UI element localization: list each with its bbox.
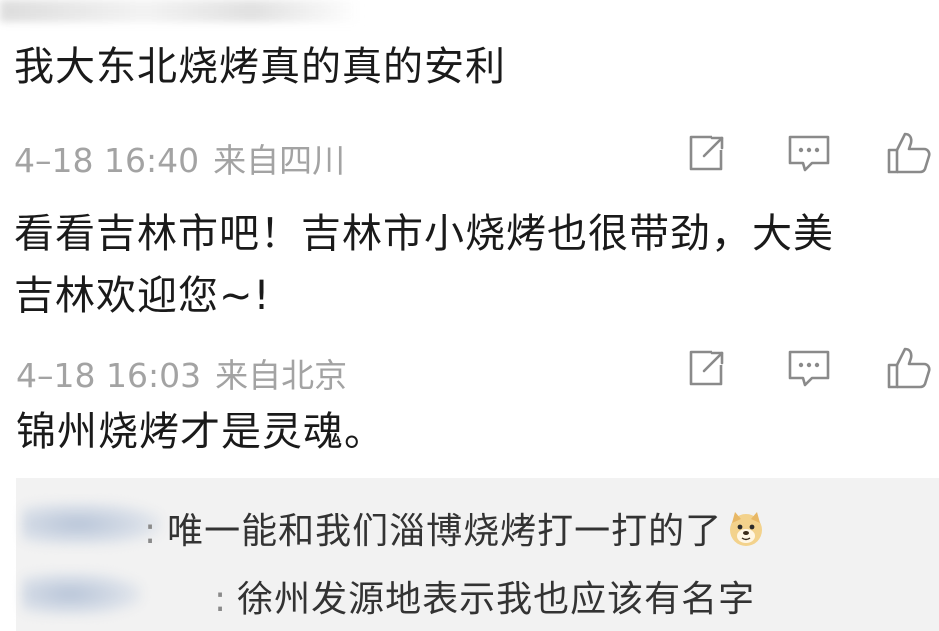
comment-timestamp: 4–18 16:40	[14, 141, 200, 180]
weibo-comment-thread: 我大东北烧烤真的真的安利 4–18 16:40 来自四川 看看吉林市吧！吉林市小…	[0, 0, 939, 631]
reply-list[interactable]: : 唯一能和我们淄博烧烤打一打的了 : 徐州发源地表示我也应该有名字	[16, 478, 939, 631]
comment-text-line: 吉林欢迎您~!	[14, 273, 271, 319]
comment-meta: 4–18 16:03 来自北京	[16, 349, 347, 397]
comment-location: 来自北京	[215, 356, 348, 395]
comment-timestamp: 4–18 16:03	[16, 356, 202, 395]
share-button[interactable]	[682, 128, 732, 178]
reply-item[interactable]: : 唯一能和我们淄博烧烤打一打的了	[16, 496, 939, 556]
comment-icon	[788, 135, 830, 172]
reply-separator: :	[144, 511, 158, 552]
comment-meta: 4–18 16:40 来自四川	[14, 134, 345, 182]
reply-content: : 唯一能和我们淄博烧烤打一打的了	[144, 502, 766, 554]
comment-meta-row: 4–18 16:03 来自北京	[0, 343, 939, 395]
blurred-username	[22, 572, 142, 616]
comment-meta-row: 4–18 16:40 来自四川	[0, 128, 939, 180]
thumbs-up-icon	[887, 347, 931, 389]
reply-text: 唯一能和我们淄博烧烤打一打的了	[167, 511, 723, 552]
comment-text: 锦州烧烤才是灵魂。	[16, 409, 385, 455]
reply-separator: :	[214, 579, 228, 620]
comment-icon	[788, 350, 830, 387]
reply-content: : 徐州发源地表示我也应该有名字	[214, 570, 755, 622]
comment-button[interactable]	[784, 128, 834, 178]
like-button[interactable]	[884, 128, 934, 178]
comment-location: 来自四川	[213, 141, 346, 180]
comment-button[interactable]	[784, 343, 834, 393]
doge-emoji-icon	[730, 512, 763, 546]
like-button[interactable]	[884, 343, 934, 393]
thumbs-up-icon	[887, 132, 931, 174]
share-icon	[689, 135, 724, 171]
share-button[interactable]	[682, 343, 732, 393]
comment-text: 看看吉林市吧！吉林市小烧烤也很带劲，大美 吉林欢迎您~!	[14, 203, 834, 327]
comment-text: 我大东北烧烤真的真的安利	[14, 44, 506, 90]
blurred-previous-content	[0, 0, 360, 22]
reply-text: 徐州发源地表示我也应该有名字	[237, 579, 756, 620]
comment-text-line: 看看吉林市吧！吉林市小烧烤也很带劲，大美	[14, 211, 834, 257]
reply-item[interactable]: : 徐州发源地表示我也应该有名字	[16, 568, 939, 628]
share-icon	[689, 350, 724, 386]
blurred-username	[22, 502, 162, 546]
